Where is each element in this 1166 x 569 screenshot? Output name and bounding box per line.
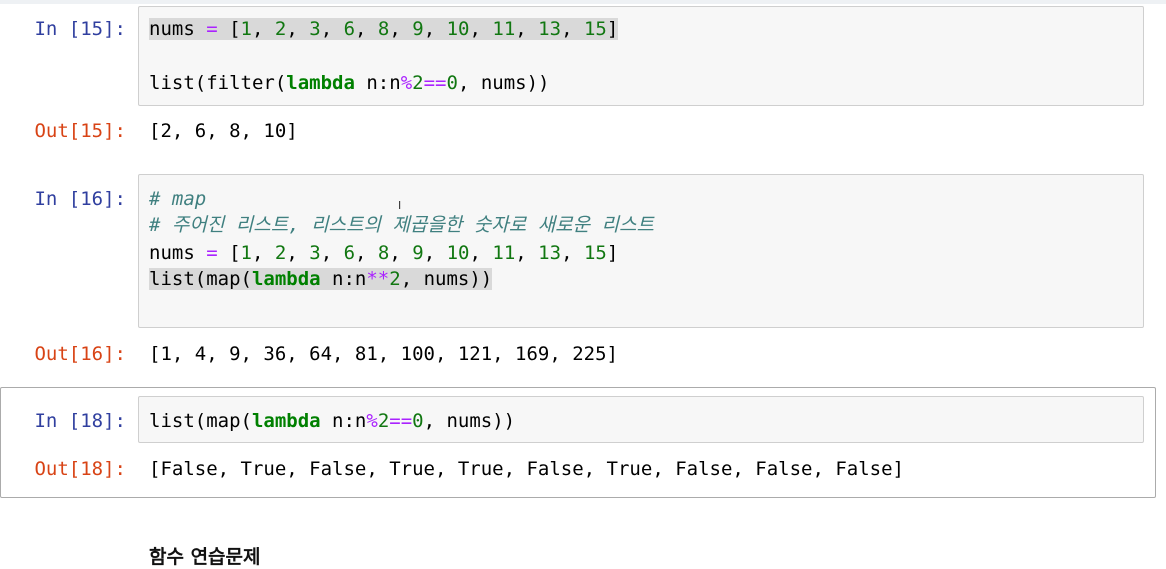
code-line: list(filter(lambda n:n%2==0, nums)) xyxy=(149,72,550,94)
code-line: list(map(lambda n:n**2, nums)) xyxy=(149,268,493,290)
cell-output: [2, 6, 8, 10] xyxy=(149,120,298,142)
top-scroll-edge xyxy=(0,0,1166,4)
input-prompt: In [16]: xyxy=(34,188,126,210)
input-prompt: In [18]: xyxy=(34,410,126,432)
cell-output: [False, True, False, True, True, False, … xyxy=(149,458,904,480)
output-prompt: Out[15]: xyxy=(34,120,126,142)
markdown-heading: 함수 연습문제 xyxy=(149,546,261,568)
code-line: list(map(lambda n:n%2==0, nums)) xyxy=(149,410,516,432)
output-prompt: Out[16]: xyxy=(34,343,126,365)
code-line: nums = [1, 2, 3, 6, 8, 9, 10, 11, 13, 15… xyxy=(149,242,619,264)
code-comment: # map xyxy=(149,188,207,210)
text-cursor-icon: I xyxy=(398,199,402,212)
code-line: nums = [1, 2, 3, 6, 8, 9, 10, 11, 13, 15… xyxy=(149,18,619,40)
code-comment: # 주어진 리스트, 리스트의 제곱을한 숫자로 새로운 리스트 xyxy=(149,214,654,236)
output-prompt: Out[18]: xyxy=(34,458,126,480)
cell-output: [1, 4, 9, 36, 64, 81, 100, 121, 169, 225… xyxy=(149,343,618,365)
input-prompt: In [15]: xyxy=(34,18,126,40)
